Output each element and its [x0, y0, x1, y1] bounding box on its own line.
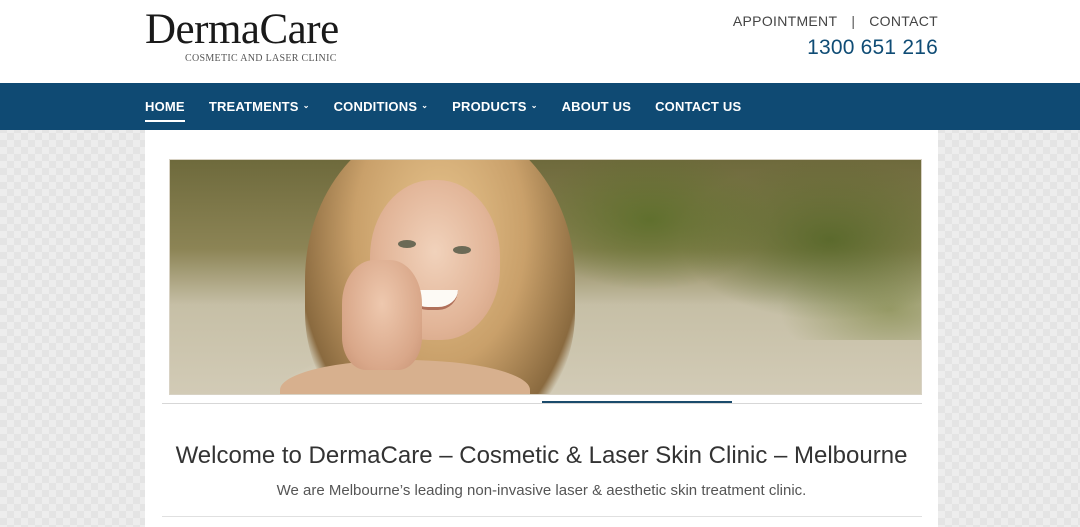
chevron-down-icon: ⌄ [530, 101, 538, 110]
nav-item-conditions[interactable]: CONDITIONS ⌄ [334, 83, 429, 130]
slider-active-indicator[interactable] [542, 401, 732, 403]
welcome-title: Welcome to DermaCare – Cosmetic & Laser … [175, 442, 908, 469]
hero-background-foliage [530, 160, 921, 340]
top-links-separator: | [851, 13, 856, 29]
nav-item-label: CONDITIONS [333, 99, 418, 114]
chevron-down-icon: ⌄ [421, 101, 429, 110]
nav-item-label: TREATMENTS [208, 99, 299, 114]
slider-track [162, 403, 922, 404]
chevron-down-icon: ⌄ [302, 101, 310, 110]
site-header: DermaCare COSMETIC AND LASER CLINIC APPO… [0, 0, 1080, 83]
top-links: APPOINTMENT | CONTACT [733, 13, 938, 29]
hero-eye-left [398, 240, 416, 248]
main-nav: HOME TREATMENTS ⌄ CONDITIONS ⌄ PRODUCTS … [0, 83, 1080, 130]
contact-link[interactable]: CONTACT [869, 13, 938, 29]
nav-list: HOME TREATMENTS ⌄ CONDITIONS ⌄ PRODUCTS … [145, 83, 765, 130]
nav-item-label: HOME [145, 99, 185, 114]
hero-hand [342, 260, 422, 370]
nav-item-label: CONTACT US [655, 99, 742, 114]
nav-item-about-us[interactable]: ABOUT US [562, 83, 632, 130]
hero-image[interactable] [169, 159, 922, 395]
appointment-link[interactable]: APPOINTMENT [733, 13, 837, 29]
nav-item-home[interactable]: HOME [145, 83, 185, 130]
main-content: Welcome to DermaCare – Cosmetic & Laser … [145, 130, 938, 527]
hero-eye-right [453, 246, 471, 254]
nav-item-label: PRODUCTS [452, 99, 527, 114]
nav-item-contact-us[interactable]: CONTACT US [655, 83, 741, 130]
welcome-subtitle: We are Melbourne’s leading non-invasive … [276, 482, 807, 499]
content-divider [162, 516, 922, 517]
nav-item-treatments[interactable]: TREATMENTS ⌄ [209, 83, 310, 130]
logo-wordmark: DermaCare [145, 6, 339, 53]
logo-tagline: COSMETIC AND LASER CLINIC [185, 53, 337, 64]
logo[interactable]: DermaCare COSMETIC AND LASER CLINIC [145, 6, 385, 66]
nav-item-label: ABOUT US [561, 99, 632, 114]
phone-number[interactable]: 1300 651 216 [807, 36, 938, 60]
nav-item-products[interactable]: PRODUCTS ⌄ [452, 83, 537, 130]
